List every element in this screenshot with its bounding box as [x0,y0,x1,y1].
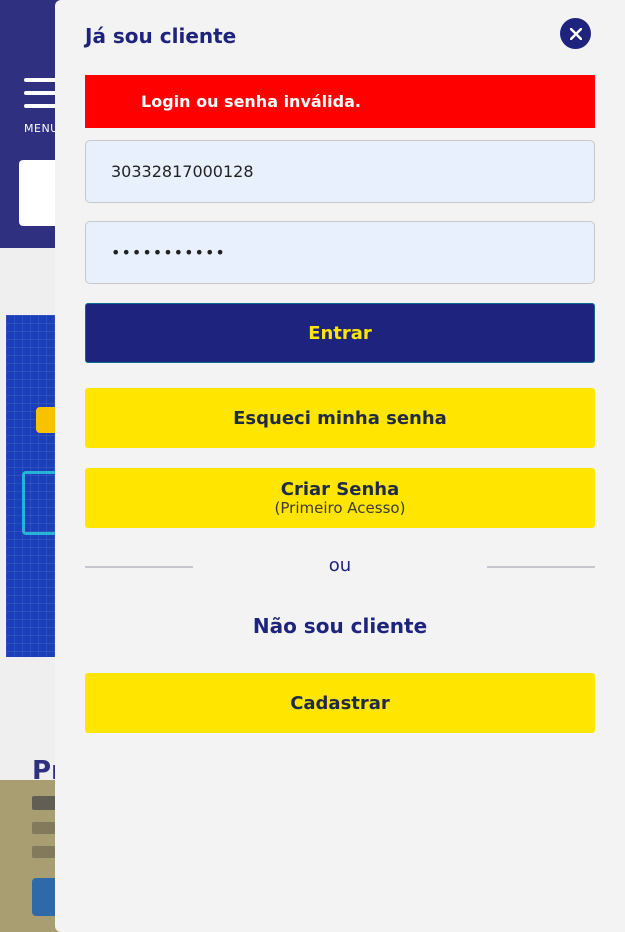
divider-line-right [487,566,595,568]
or-divider: ou [85,555,595,579]
menu-icon[interactable] [24,78,58,117]
menu-label: MENU [24,122,59,135]
not-client-heading: Não sou cliente [252,614,428,638]
login-modal: Já sou cliente Login ou senha inválida. … [55,0,625,932]
create-password-label: Criar Senha [280,479,400,500]
create-password-button[interactable]: Criar Senha (Primeiro Acesso) [85,468,595,528]
enter-button[interactable]: Entrar [85,303,595,363]
username-input[interactable]: 30332817000128 [85,140,595,203]
register-button[interactable]: Cadastrar [85,673,595,733]
create-password-sublabel: (Primeiro Acesso) [274,499,406,517]
close-button[interactable] [560,18,591,49]
modal-title: Já sou cliente [85,24,237,48]
error-message: Login ou senha inválida. [85,75,595,128]
close-icon [569,27,582,40]
forgot-password-button[interactable]: Esqueci minha senha [85,388,595,448]
password-input[interactable]: ••••••••••• [85,221,595,284]
